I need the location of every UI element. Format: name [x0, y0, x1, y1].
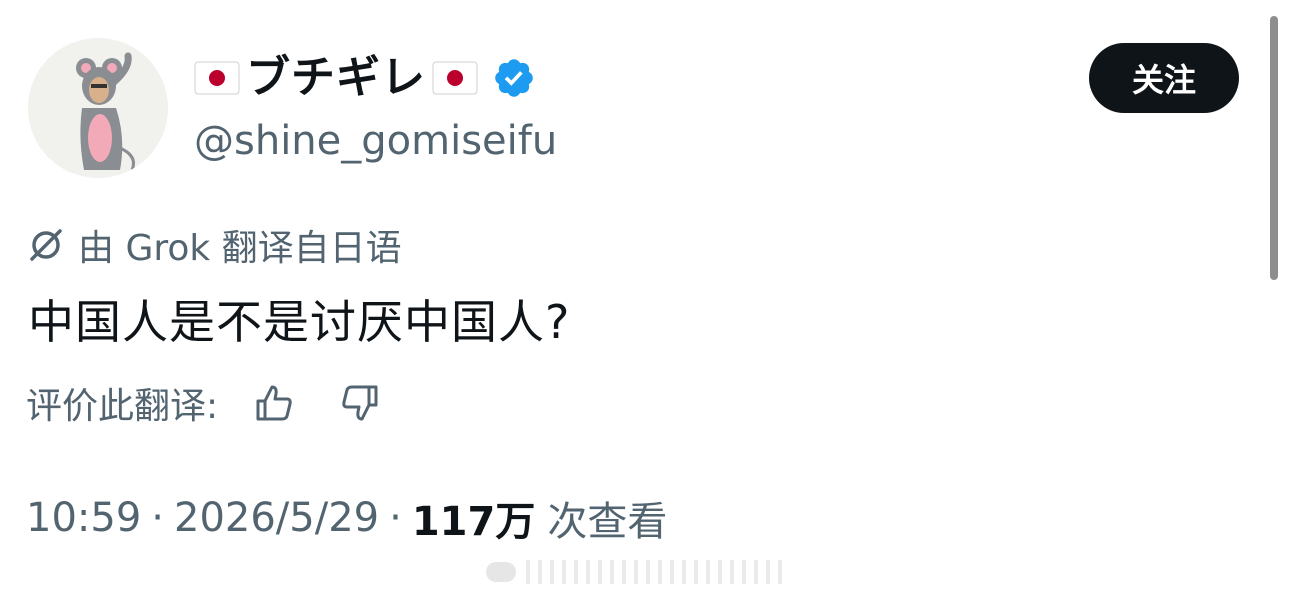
rate-translation-row: 评价此翻译: — [26, 374, 424, 432]
japan-flag-icon — [194, 61, 240, 95]
translation-notice: 由 Grok 翻译自日语 — [26, 218, 402, 272]
thumbs-up-icon[interactable] — [252, 381, 296, 425]
user-handle[interactable]: @shine_gomiseifu — [194, 114, 557, 168]
name-row: ブチギレ — [194, 48, 536, 108]
views-count: 117万 — [411, 499, 536, 545]
tweet-time[interactable]: 10:59 — [26, 495, 141, 541]
meta-separator: · — [151, 495, 164, 541]
translation-notice-text: 由 Grok 翻译自日语 — [78, 228, 402, 269]
meta-separator: · — [389, 495, 402, 541]
scrollbar[interactable] — [1270, 16, 1278, 280]
avatar-image — [28, 38, 168, 178]
tweet-detail-page: ブチギレ @shine_gomiseifu 关注 由 Grok 翻译自日语 中国… — [0, 0, 1290, 599]
tweet-text: 中国人是不是讨厌中国人? — [28, 295, 571, 349]
watermark — [486, 556, 796, 586]
thumbs-down-icon[interactable] — [338, 381, 382, 425]
tweet-date[interactable]: 2026/5/29 — [174, 495, 379, 541]
japan-flag-icon — [432, 61, 478, 95]
verified-badge-icon[interactable] — [492, 56, 536, 100]
avatar[interactable] — [28, 38, 168, 178]
follow-button[interactable]: 关注 — [1089, 43, 1239, 113]
display-name[interactable]: ブチギレ — [246, 48, 426, 108]
views-label: 次查看 — [547, 499, 668, 545]
tweet-meta: 10:59 · 2026/5/29 · 117万 次查看 — [26, 488, 667, 548]
grok-icon — [26, 225, 66, 265]
rate-translation-label: 评价此翻译: — [26, 386, 219, 427]
